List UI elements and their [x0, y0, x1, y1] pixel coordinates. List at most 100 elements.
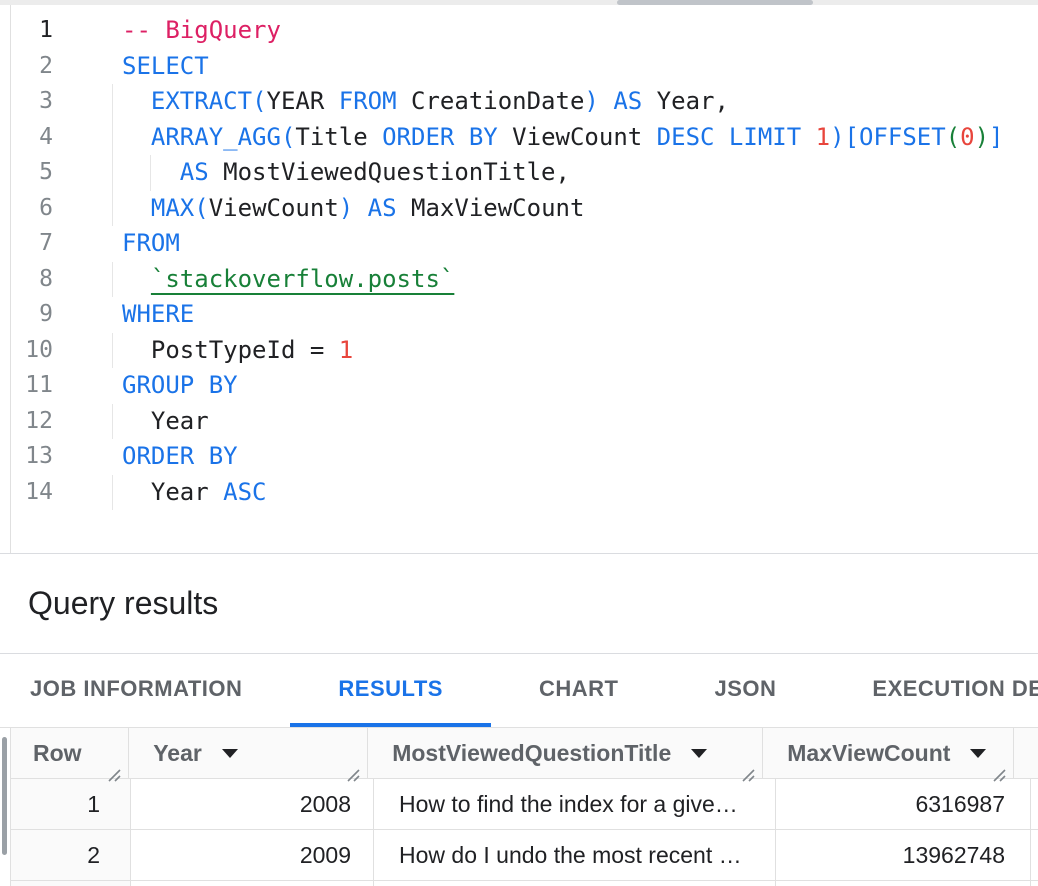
code-token: [209, 478, 223, 506]
code-line[interactable]: 9WHERE: [0, 297, 1038, 333]
column-header-label: Year: [153, 740, 202, 767]
column-header-maxviewcount[interactable]: MaxViewCount: [763, 728, 1014, 778]
line-number: 8: [0, 262, 53, 298]
tab-json[interactable]: JSON: [666, 655, 824, 727]
code-token: ): [339, 194, 353, 222]
indent-guide: [112, 120, 113, 156]
code-token: ARRAY_AGG: [151, 123, 281, 151]
title-cell: [374, 881, 776, 886]
code-token: [642, 87, 656, 115]
code-token: ViewCount: [209, 194, 339, 222]
code-token: MostViewedQuestionTitle,: [223, 158, 570, 186]
code-token: [714, 123, 728, 151]
code-token: Title: [295, 123, 367, 151]
code-token: FROM: [339, 87, 397, 115]
indent-guide: [112, 333, 113, 369]
column-resize-handle[interactable]: [345, 761, 360, 776]
sort-dropdown-icon[interactable]: [970, 749, 986, 758]
code-line[interactable]: 4 ARRAY_AGG(Title ORDER BY ViewCount DES…: [0, 120, 1038, 156]
column-resize-handle[interactable]: [991, 761, 1006, 776]
code-token: [209, 158, 223, 186]
column-resize-handle[interactable]: [106, 761, 121, 776]
code-token: ): [584, 87, 598, 115]
line-number: 13: [0, 439, 53, 475]
code-token: [397, 87, 411, 115]
indent-guide: [112, 84, 113, 120]
code-token: OFFSET: [859, 123, 946, 151]
code-line[interactable]: 13 ORDER BY: [0, 439, 1038, 475]
code-token: [122, 478, 151, 506]
column-header-label: MaxViewCount: [787, 740, 950, 767]
column-header-label: MostViewedQuestionTitle: [392, 740, 671, 767]
query-results-header: Query results: [0, 554, 1038, 654]
line-number: 10: [0, 333, 53, 369]
code-line[interactable]: 5 AS MostViewedQuestionTitle,: [0, 155, 1038, 191]
line-number: 14: [0, 475, 53, 511]
code-token: Year: [151, 407, 209, 435]
line-number: 1: [0, 13, 53, 49]
code-token: [122, 87, 151, 115]
title-cell: How to find the index for a give…: [374, 779, 776, 829]
code-token: ViewCount: [512, 123, 642, 151]
sql-editor-pane[interactable]: 1 -- BigQuery 2SELECT3 EXTRACT(YEAR FROM C…: [0, 0, 1038, 554]
column-header-mostviewedquestiontitle[interactable]: MostViewedQuestionTitle: [368, 728, 763, 778]
code-line[interactable]: 8 `stackoverflow.posts`: [0, 262, 1038, 298]
results-tab-bar: JOB INFORMATIONRESULTSCHARTJSONEXECUTION…: [0, 655, 1038, 728]
tab-execution-details[interactable]: EXECUTION DETAILS: [824, 655, 1038, 727]
year-cell: 2008: [131, 779, 374, 829]
code-token: -- BigQuery: [122, 16, 281, 44]
code-token: [498, 123, 512, 151]
table-row: 12008How to find the index for a give…63…: [11, 779, 1038, 830]
column-header-row[interactable]: Row: [11, 728, 129, 778]
overflow-cell: [1031, 830, 1038, 880]
code-token: BY: [469, 123, 498, 151]
tab-job-information[interactable]: JOB INFORMATION: [0, 655, 290, 727]
year-cell: [131, 881, 374, 886]
code-token: [599, 87, 613, 115]
query-results-title: Query results: [28, 585, 218, 622]
code-line[interactable]: 7FROM: [0, 226, 1038, 262]
code-token: LIMIT: [729, 123, 801, 151]
code-token: ORDER BY: [122, 442, 238, 470]
row-number-cell: 2: [11, 830, 131, 880]
sort-dropdown-icon[interactable]: [222, 749, 238, 758]
tab-results[interactable]: RESULTS: [290, 655, 491, 727]
code-token: AS: [180, 158, 209, 186]
line-number: 3: [0, 84, 53, 120]
column-header-label: Row: [33, 740, 82, 767]
code-token: AS: [368, 194, 397, 222]
line-number: 5: [0, 155, 53, 191]
vertical-scrollbar-thumb[interactable]: [2, 737, 7, 855]
code-token: SELECT: [122, 52, 209, 80]
code-token: MAX: [151, 194, 194, 222]
sort-dropdown-icon[interactable]: [691, 749, 707, 758]
code-token: (: [194, 194, 208, 222]
code-line[interactable]: 14 Year ASC: [0, 475, 1038, 511]
code-token: GROUP BY: [122, 371, 238, 399]
overflow-cell: [1031, 881, 1038, 886]
code-line[interactable]: 1 -- BigQuery: [0, 13, 1038, 49]
code-line[interactable]: 2SELECT: [0, 49, 1038, 85]
code-token: )[: [830, 123, 859, 151]
code-line[interactable]: 3 EXTRACT(YEAR FROM CreationDate) AS Yea…: [0, 84, 1038, 120]
code-token: [122, 265, 151, 293]
horizontal-scrollbar[interactable]: [0, 0, 1038, 5]
line-number: 12: [0, 404, 53, 440]
line-number: 9: [0, 297, 53, 333]
code-token: FROM: [122, 229, 180, 257]
code-token: [642, 123, 656, 151]
horizontal-scrollbar-thumb[interactable]: [617, 0, 813, 5]
code-line[interactable]: 10 PostTypeId = 1: [0, 333, 1038, 369]
code-area[interactable]: 1 -- BigQuery 2SELECT3 EXTRACT(YEAR FROM C…: [0, 13, 1038, 510]
max-view-count-cell: 6316987: [776, 779, 1031, 829]
indent-guide: [112, 475, 113, 511]
results-table-header: Row Year MostViewedQuestionTitle MaxViewCou…: [11, 728, 1038, 779]
code-line[interactable]: 11GROUP BY: [0, 368, 1038, 404]
code-line[interactable]: 12 Year: [0, 404, 1038, 440]
code-token: Year: [151, 478, 209, 506]
code-token: [122, 407, 151, 435]
tab-chart[interactable]: CHART: [491, 655, 667, 727]
code-line[interactable]: 6 MAX(ViewCount) AS MaxViewCount: [0, 191, 1038, 227]
column-resize-handle[interactable]: [740, 761, 755, 776]
column-header-year[interactable]: Year: [129, 728, 368, 778]
